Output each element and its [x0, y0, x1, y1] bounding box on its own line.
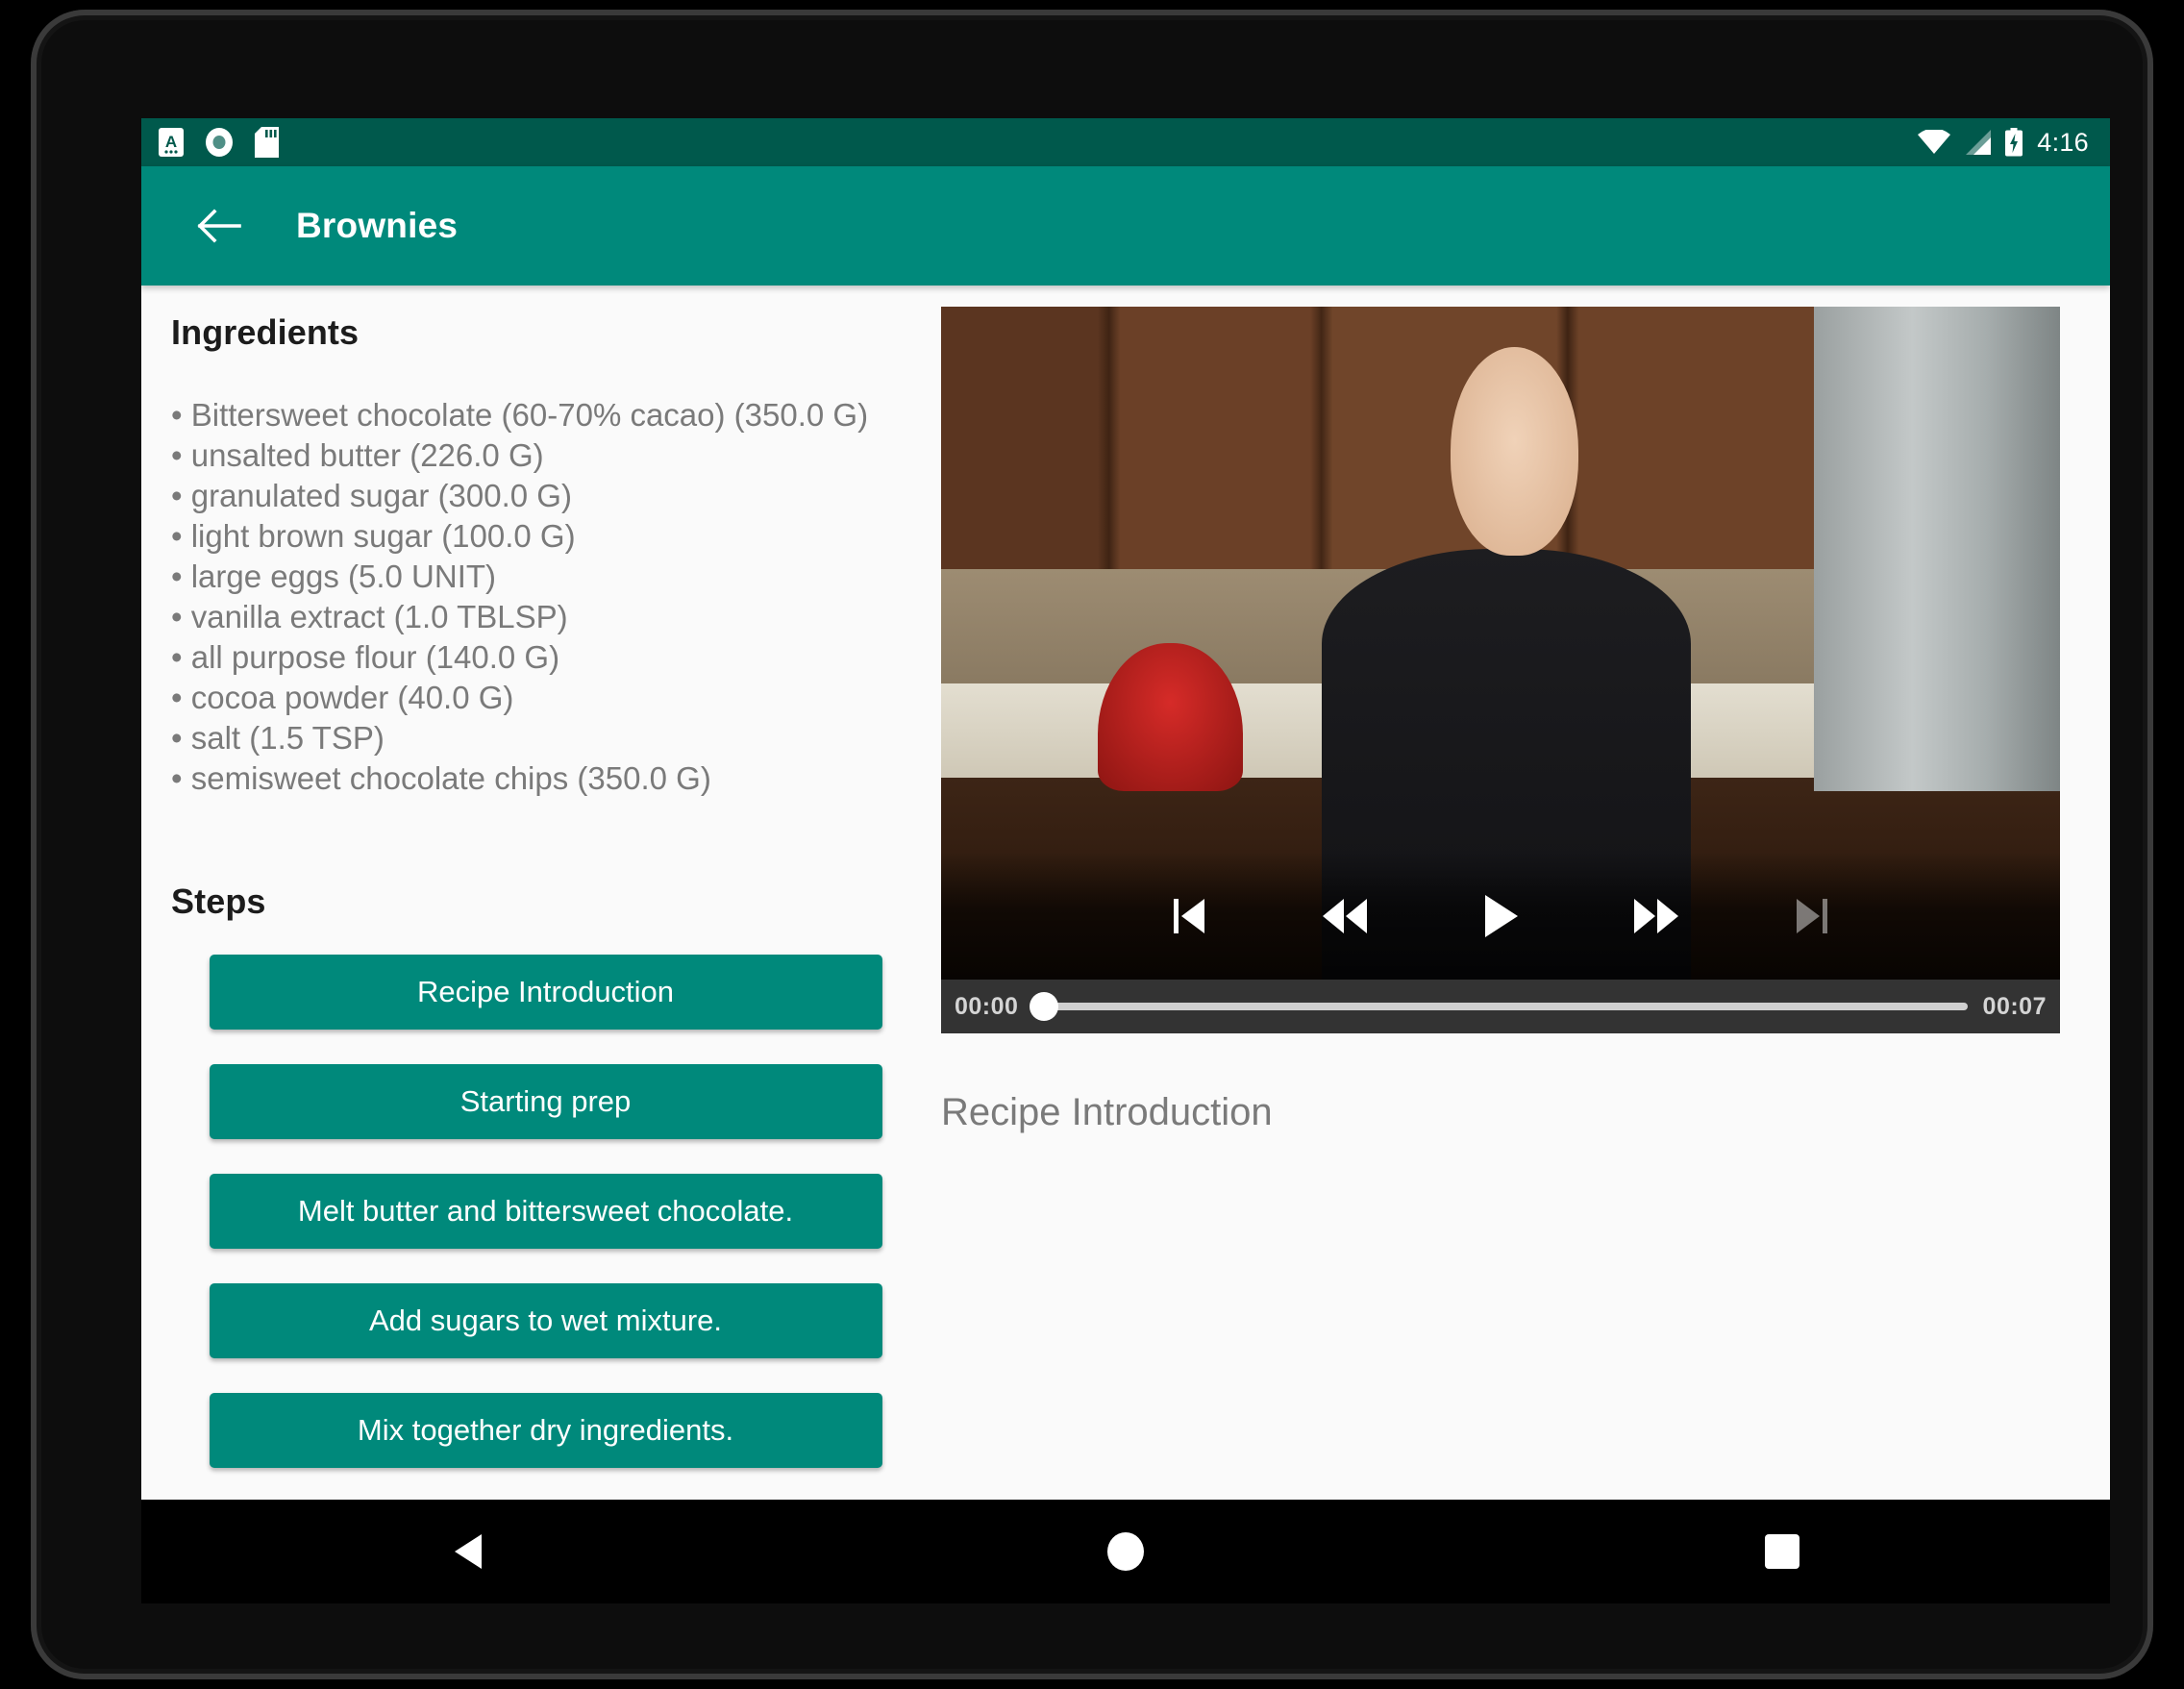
- list-item: • vanilla extract (1.0 TBLSP): [171, 599, 568, 634]
- status-system-icons: 4:16: [1918, 128, 2089, 158]
- step-button-recipe-introduction[interactable]: Recipe Introduction: [209, 955, 882, 1030]
- video-player[interactable]: [941, 307, 2060, 980]
- page-title: Brownies: [296, 206, 459, 245]
- list-item: • Bittersweet chocolate (60-70% cacao) (…: [171, 397, 869, 433]
- ingredients-heading: Ingredients: [171, 312, 360, 352]
- play-icon: [1485, 894, 1518, 937]
- screen: A 4:16 Brownies Ingredients • Bitterswee…: [141, 118, 2110, 1500]
- duration-label: 00:07: [1982, 992, 2047, 1020]
- video-pane: 00:00 00:07 Recipe Introduction: [920, 286, 2110, 1500]
- nav-recents-button[interactable]: [1725, 1503, 1840, 1600]
- rewind-icon: [1323, 898, 1367, 933]
- list-item: • granulated sugar (300.0 G): [171, 478, 572, 513]
- wifi-icon: [1918, 130, 1951, 155]
- list-item: • light brown sugar (100.0 G): [171, 518, 576, 554]
- skip-next-button: [1782, 886, 1842, 946]
- recipe-detail-pane: Ingredients • Bittersweet chocolate (60-…: [141, 286, 920, 1500]
- fast-forward-button[interactable]: [1626, 886, 1686, 946]
- step-button-melt-butter[interactable]: Melt butter and bittersweet chocolate.: [209, 1174, 882, 1249]
- rewind-button[interactable]: [1315, 886, 1375, 946]
- status-notification-icons: A: [159, 127, 279, 158]
- nav-back-icon: [455, 1534, 483, 1569]
- back-button[interactable]: [186, 192, 253, 260]
- seek-bar[interactable]: [1030, 992, 1968, 1021]
- status-bar: A 4:16: [141, 118, 2110, 166]
- ingredients-list: • Bittersweet chocolate (60-70% cacao) (…: [171, 395, 920, 799]
- step-button-starting-prep[interactable]: Starting prep: [209, 1064, 882, 1139]
- battery-charging-icon: [2004, 128, 2023, 157]
- list-item: • unsalted butter (226.0 G): [171, 437, 544, 473]
- list-item: • all purpose flour (140.0 G): [171, 639, 560, 675]
- list-item: • semisweet chocolate chips (350.0 G): [171, 760, 711, 796]
- skip-previous-icon: [1174, 898, 1204, 933]
- back-arrow-icon: [197, 209, 241, 243]
- device-frame: A 4:16 Brownies Ingredients • Bitterswee…: [31, 10, 2153, 1679]
- media-controls: [941, 852, 2060, 980]
- sd-card-icon: [255, 127, 279, 158]
- fast-forward-icon: [1634, 898, 1678, 933]
- skip-next-icon: [1797, 898, 1827, 933]
- list-item: • cocoa powder (40.0 G): [171, 680, 514, 715]
- nav-home-button[interactable]: [1068, 1503, 1183, 1600]
- steps-heading: Steps: [171, 882, 266, 921]
- video-timeline: 00:00 00:07: [941, 980, 2060, 1033]
- nav-back-button[interactable]: [411, 1503, 527, 1600]
- cell-signal-icon: [1964, 130, 1992, 155]
- list-item: • large eggs (5.0 UNIT): [171, 559, 497, 594]
- text-input-icon: A: [159, 128, 184, 157]
- current-step-title: Recipe Introduction: [941, 1091, 1273, 1133]
- content-area: Ingredients • Bittersweet chocolate (60-…: [141, 286, 2110, 1500]
- play-button[interactable]: [1471, 886, 1530, 946]
- nav-home-icon: [1106, 1532, 1144, 1571]
- disc-icon: [205, 127, 234, 158]
- nav-recents-icon: [1764, 1534, 1799, 1569]
- list-item: • salt (1.5 TSP): [171, 720, 385, 756]
- app-bar: Brownies: [141, 166, 2110, 286]
- current-time-label: 00:00: [955, 992, 1019, 1020]
- android-nav-bar: [141, 1500, 2110, 1603]
- step-button-mix-dry-ingredients[interactable]: Mix together dry ingredients.: [209, 1393, 882, 1468]
- seek-thumb[interactable]: [1030, 992, 1059, 1021]
- svg-text:A: A: [165, 133, 177, 151]
- step-button-add-sugars[interactable]: Add sugars to wet mixture.: [209, 1283, 882, 1358]
- skip-previous-button[interactable]: [1159, 886, 1219, 946]
- status-clock: 4:16: [2037, 127, 2089, 157]
